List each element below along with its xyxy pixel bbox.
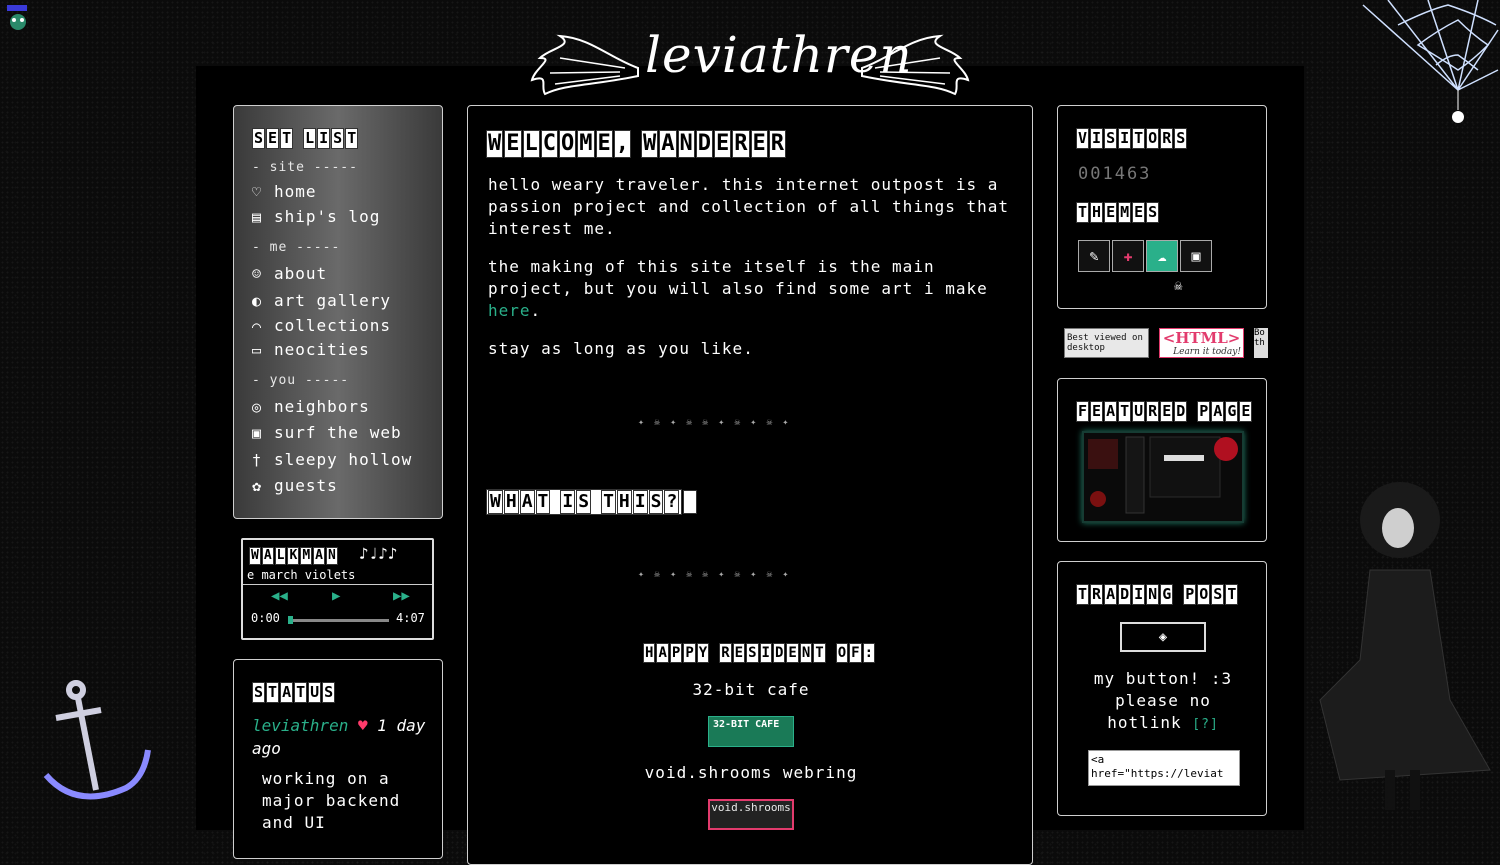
nav-section-you: - you ----- — [252, 373, 350, 388]
spider-web-icon — [1362, 0, 1499, 123]
skull-divider-2: ✦ ☠ ✦ ☠ ☠ ✦ ☠ ✦ ☠ ✦ — [638, 569, 791, 580]
heart-icon: ♡ — [252, 182, 263, 201]
nav-item-art-gallery[interactable]: ◐ art gallery — [252, 291, 391, 310]
nav-section-me: - me ----- — [252, 240, 341, 255]
logbook-icon: ▤ — [252, 207, 263, 226]
button-code-textarea[interactable]: <a href="https://leviat — [1088, 750, 1240, 786]
art-link[interactable]: here — [488, 301, 531, 320]
cafe-badge[interactable]: 32-BIT CAFE — [708, 716, 794, 747]
main-content: WELCOME, WANDERER hello weary traveler. … — [467, 105, 1033, 865]
featured-thumbnail[interactable] — [1082, 431, 1244, 523]
corner-frog-icon — [7, 5, 27, 30]
skull-divider: ✦ ☠ ✦ ☠ ☠ ✦ ☠ ✦ ☠ ✦ — [638, 417, 791, 428]
spiral-icon: ◎ — [252, 397, 263, 416]
heart-icon: ♥ — [357, 716, 368, 735]
track-title: e march violets — [247, 568, 356, 582]
left-wing-icon — [530, 34, 639, 96]
third-button[interactable]: Bo th — [1254, 328, 1268, 358]
button-strip: Best viewed on desktop <HTML> Learn it to… — [1064, 328, 1268, 358]
nav-item-neighbors[interactable]: ◎ neighbors — [252, 397, 370, 416]
nav-item-guests[interactable]: ✿ guests — [252, 476, 338, 495]
nav-item-collections[interactable]: ⌒ collections — [252, 316, 391, 335]
music-notes-icon: ♪♩♪♪ — [359, 544, 398, 563]
theme-syringe-button[interactable]: ✚ — [1112, 240, 1144, 272]
nav-section-site: - site ----- — [252, 160, 358, 175]
nav-set-list: SET LIST - site ----- ♡ home ▤ ship's log … — [233, 105, 443, 519]
status-message: working on a major backend and UI — [262, 769, 401, 832]
time-current: 0:00 — [251, 611, 280, 625]
site-logo[interactable]: leviathren — [530, 18, 970, 98]
nav-title: SET LIST — [252, 128, 359, 149]
site-button-eye-icon[interactable]: ◈ — [1120, 622, 1206, 652]
status-username[interactable]: leviathren — [252, 716, 348, 735]
walkman-player: WALKMAN ♪♩♪♪ e march violets ◀◀ ▶ ▶▶ 0:0… — [241, 538, 434, 640]
visitors-box: VISITORS 001463 THEMES ✎ ✚ ☁ ▣ ☠ — [1057, 105, 1267, 309]
anchor-icon — [43, 680, 151, 800]
gothic-figure-image — [1319, 482, 1491, 810]
theme-cloud-button[interactable]: ☁ — [1146, 240, 1178, 272]
what-is-this-heading[interactable]: WHAT IS T H I S? ➡ — [486, 489, 698, 515]
intro-paragraph: hello weary traveler. this internet outp… — [488, 175, 1010, 238]
status-title: STATUS — [252, 682, 336, 703]
status-box: STATUS leviathren ♥ 1 day ago working on… — [233, 659, 443, 859]
walkman-title: WALKMAN — [249, 547, 338, 565]
progress-knob[interactable] — [288, 616, 293, 624]
nav-item-home[interactable]: ♡ home — [252, 182, 317, 201]
nav-item-ships-log[interactable]: ▤ ship's log — [252, 207, 380, 226]
trading-title: TRADING POST — [1076, 584, 1239, 605]
ghost-icon: ☺ — [252, 264, 263, 283]
webring-label: void.shrooms webring — [644, 763, 858, 782]
play-button[interactable]: ▶ — [332, 588, 340, 604]
shelf-icon: ⌒ — [252, 316, 263, 335]
nav-item-neocities[interactable]: ▭ neocities — [252, 340, 370, 359]
webring-badge[interactable]: void.shrooms — [708, 799, 794, 830]
visitors-title: VISITORS — [1076, 128, 1188, 149]
laptop-icon: ▣ — [252, 423, 263, 442]
moon-icon: ◐ — [252, 291, 263, 310]
right-wing-icon — [861, 34, 970, 96]
resident-heading: HAPPY RESIDENT OF: — [643, 643, 875, 663]
themes-title: THEMES — [1076, 202, 1160, 223]
time-total: 4:07 — [396, 611, 425, 625]
trading-text: my button! :3 please no hotlink [?] — [1093, 669, 1233, 732]
forward-button[interactable]: ▶▶ — [393, 588, 410, 604]
progress-bar[interactable] — [289, 619, 389, 622]
featured-box: FEATURED PAGE — [1057, 378, 1267, 542]
nav-item-sleepy-hollow[interactable]: † sleepy hollow — [252, 450, 412, 469]
nav-item-about[interactable]: ☺ about — [252, 264, 327, 283]
arrow-right-icon: ➡ — [683, 490, 697, 514]
theme-wand-button[interactable]: ✎ — [1078, 240, 1110, 272]
best-viewed-button[interactable]: Best viewed on desktop — [1064, 328, 1149, 358]
cross-icon: † — [252, 450, 263, 469]
project-paragraph: the making of this site itself is the ma… — [488, 257, 988, 320]
cafe-label: 32-bit cafe — [692, 680, 810, 699]
theme-computer-button[interactable]: ▣ — [1180, 240, 1212, 272]
featured-title: FEATURED PAGE — [1076, 401, 1253, 422]
html-button[interactable]: <HTML> Learn it today! — [1159, 328, 1244, 358]
flower-icon: ✿ — [252, 476, 263, 495]
status-header: leviathren ♥ 1 day ago — [252, 714, 432, 760]
trading-post-box: TRADING POST ◈ my button! :3 please no h… — [1057, 561, 1267, 816]
nav-item-surf-the-web[interactable]: ▣ surf the web — [252, 423, 402, 442]
stay-paragraph: stay as long as you like. — [488, 339, 754, 358]
page-title: WELCOME, WANDERER — [486, 130, 786, 158]
rewind-button[interactable]: ◀◀ — [271, 588, 288, 604]
walkman-divider — [243, 584, 432, 585]
skull-icon: ☠ — [1174, 278, 1183, 294]
visitor-counter: 001463 — [1078, 164, 1152, 184]
featured-preview-image — [1088, 436, 1238, 514]
hotlink-help-link[interactable]: [?] — [1192, 717, 1218, 732]
computer-icon: ▭ — [252, 340, 263, 359]
